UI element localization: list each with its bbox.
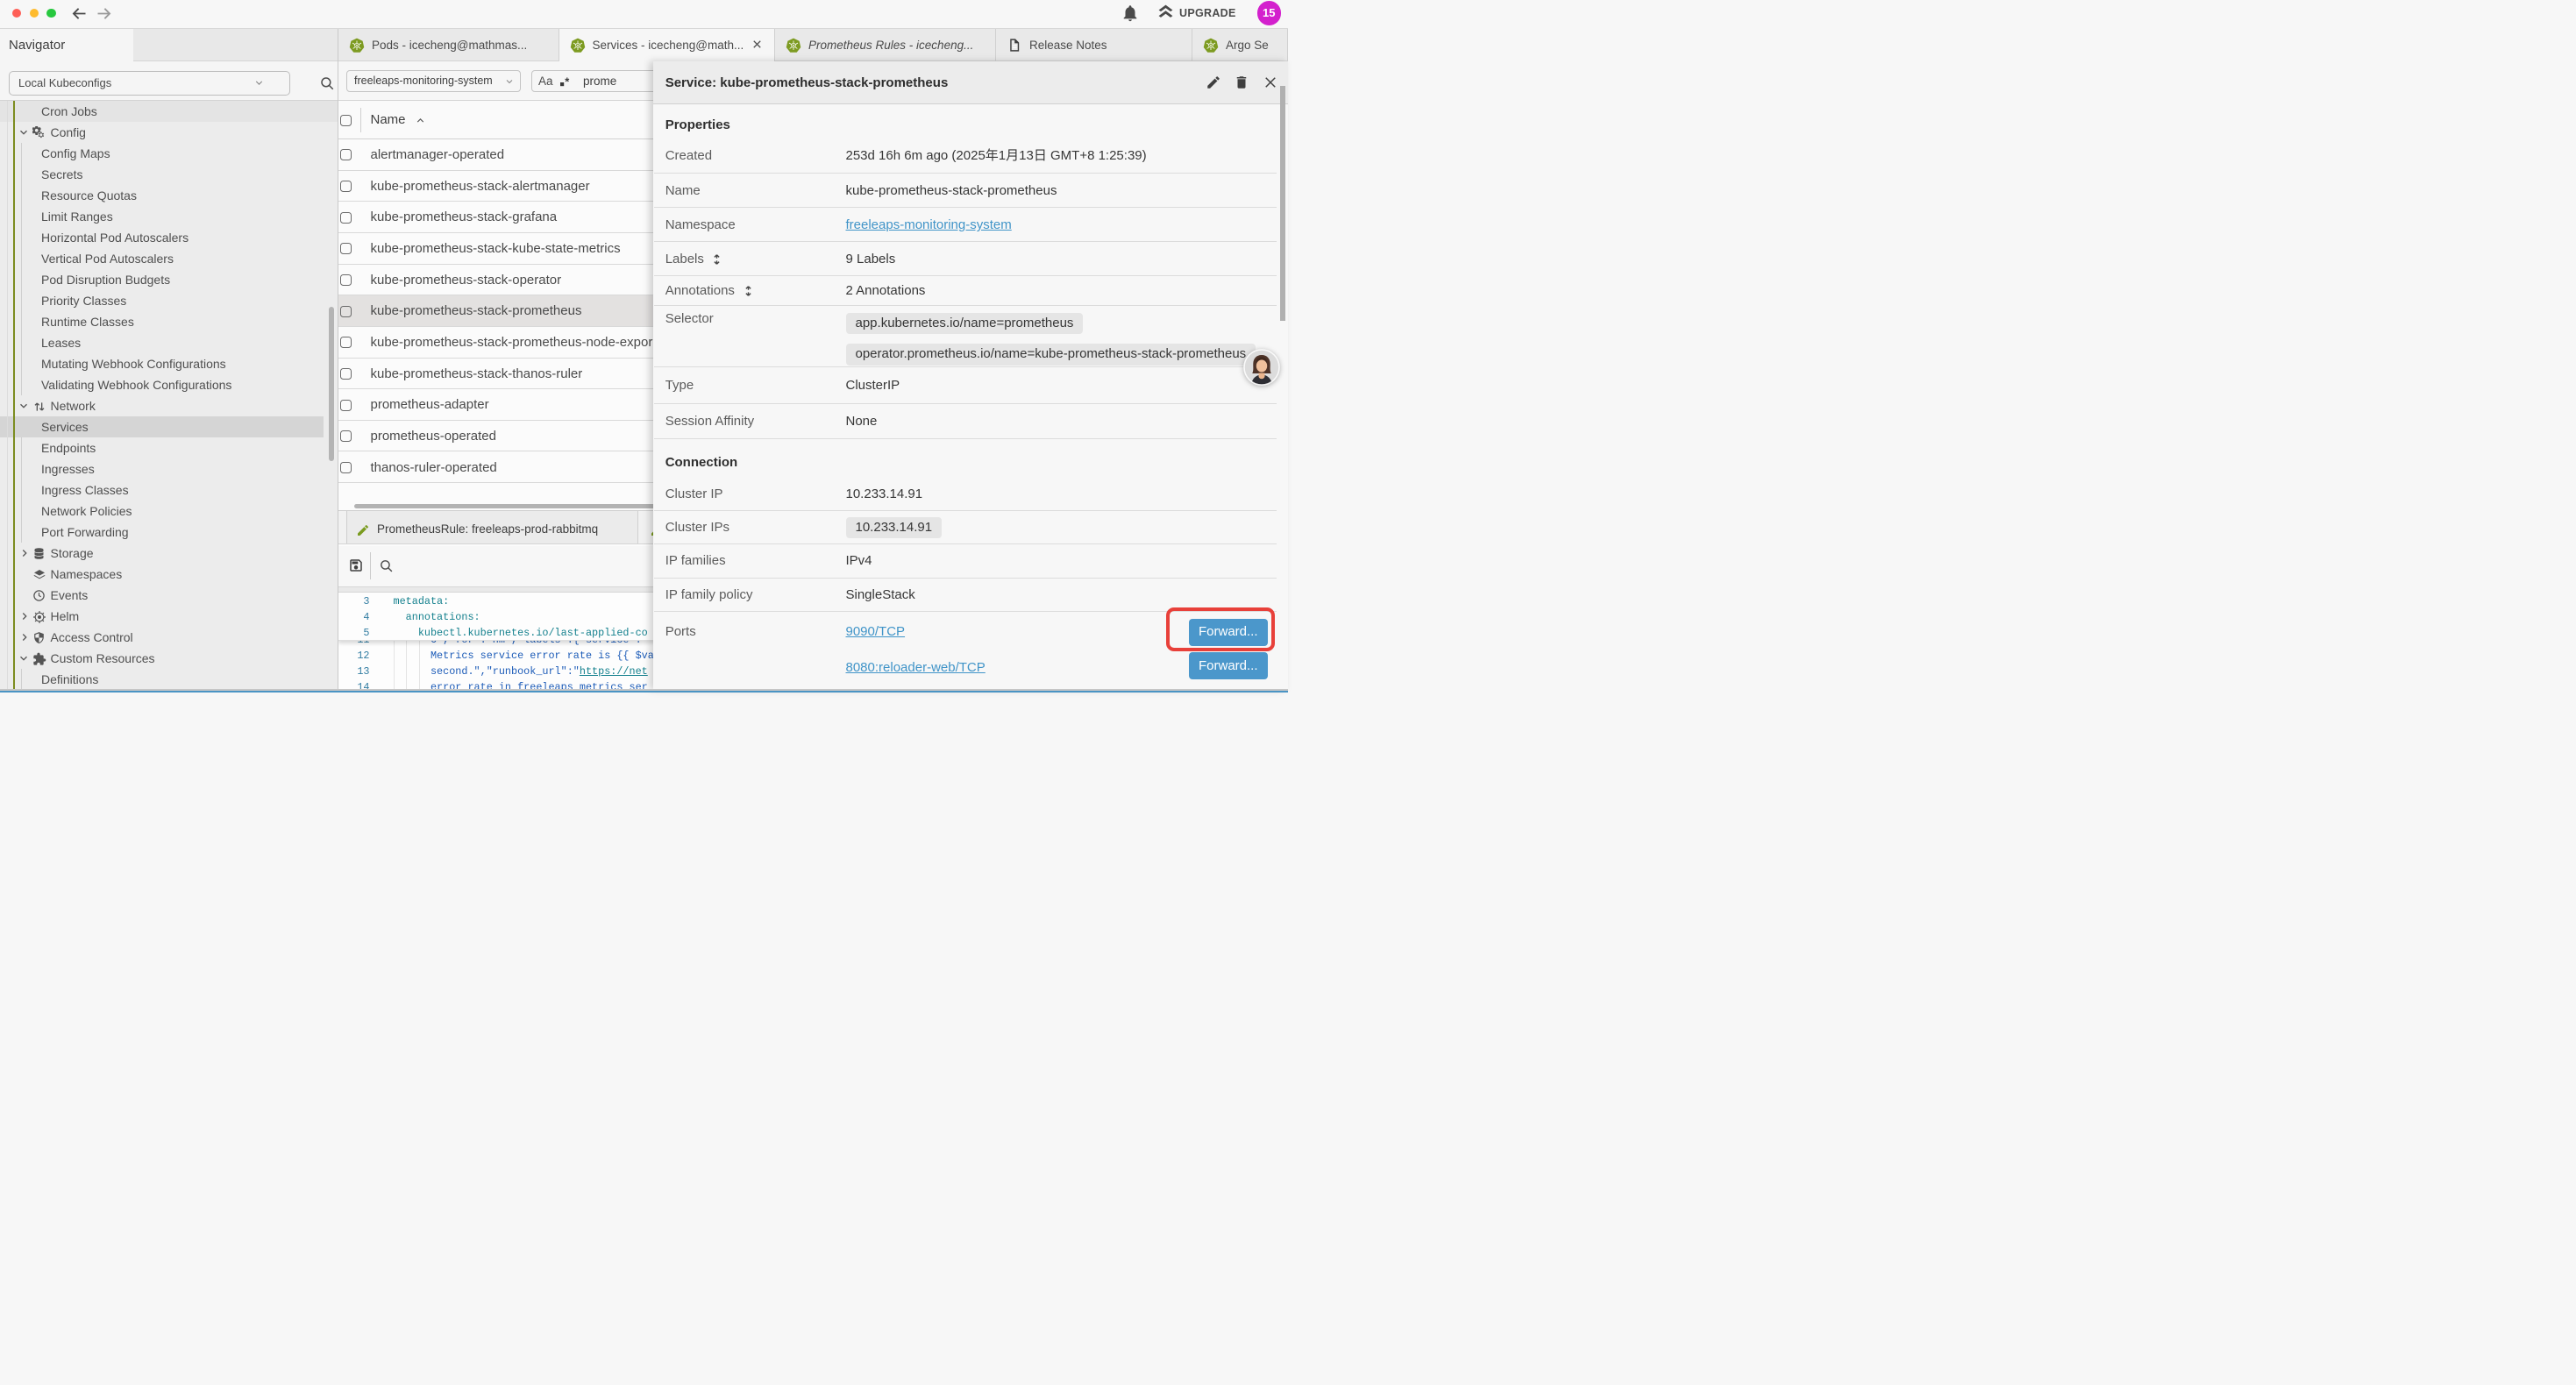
svg-text:*: * bbox=[565, 75, 570, 88]
